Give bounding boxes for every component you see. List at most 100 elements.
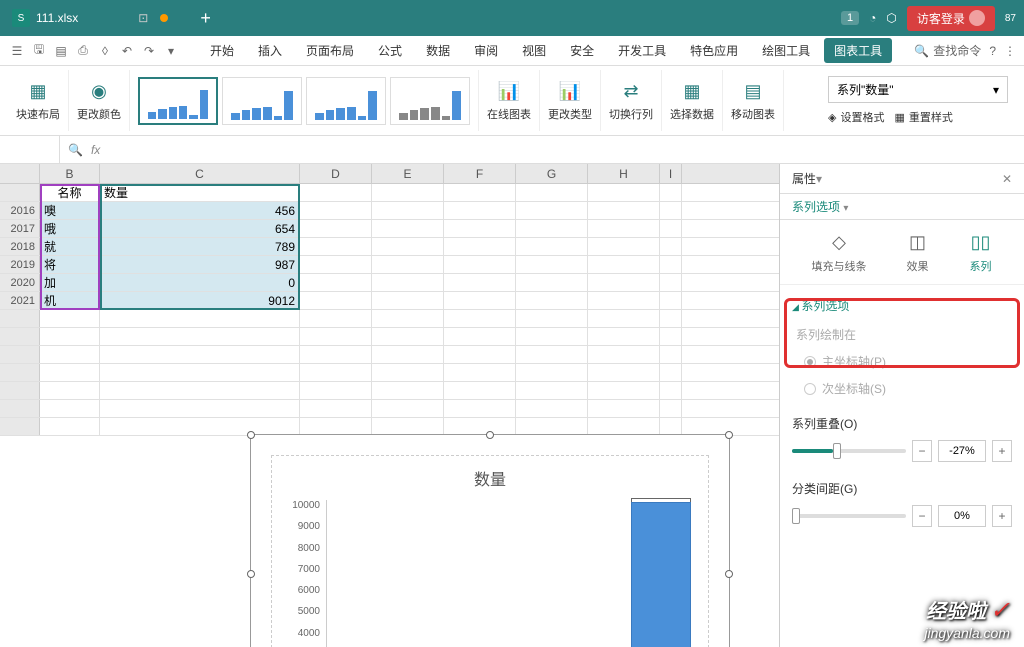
print-icon[interactable]: ⎙ [74, 42, 92, 60]
menu-icon[interactable]: ☰ [8, 42, 26, 60]
col-header-i[interactable]: I [660, 164, 682, 183]
stepper-minus[interactable]: − [912, 505, 932, 527]
stepper-minus[interactable]: − [912, 440, 932, 462]
series-dropdown[interactable]: 系列"数量" ▾ [828, 76, 1008, 103]
col-header-e[interactable]: E [372, 164, 444, 183]
quick-layout-button[interactable]: ▦ 块速布局 [16, 80, 60, 122]
tab-fill[interactable]: ◇ 填充与线条 [812, 230, 867, 274]
plot-area[interactable] [326, 500, 698, 647]
overlap-value[interactable]: -27% [938, 440, 986, 462]
tab-formula[interactable]: 公式 [368, 38, 412, 63]
format-icon: ◈ [828, 111, 836, 124]
chart-object[interactable]: 数量 10000 9000 8000 7000 6000 5000 4000 3… [250, 434, 730, 647]
radio-primary-axis[interactable]: 主坐标轴(P) [804, 353, 1012, 370]
chart-handle[interactable] [725, 570, 733, 578]
fx-label[interactable]: fx [91, 143, 100, 157]
change-color-button[interactable]: ◉ 更改颜色 [77, 80, 121, 122]
window-controls[interactable]: 87 [1005, 13, 1016, 24]
slider-thumb[interactable] [792, 508, 800, 524]
chart-handle[interactable] [486, 431, 494, 439]
stepper-plus[interactable]: + [992, 505, 1012, 527]
layout-label: 块速布局 [16, 106, 60, 122]
preview-icon[interactable]: ◊ [96, 42, 114, 60]
chart-title[interactable]: 数量 [282, 466, 698, 490]
gap-slider[interactable] [792, 514, 906, 518]
tab-insert[interactable]: 插入 [248, 38, 292, 63]
series-dropdown-label: 系列"数量" [837, 81, 894, 98]
online-chart-button[interactable]: 📊 在线图表 [487, 80, 531, 122]
tab-start[interactable]: 开始 [200, 38, 244, 63]
corner-cell[interactable] [0, 164, 40, 183]
undo-icon[interactable]: ↶ [118, 42, 136, 60]
shop-icon[interactable]: ⬡ [886, 11, 896, 25]
fx-search-icon[interactable]: 🔍 [68, 143, 83, 157]
stepper-plus[interactable]: + [992, 440, 1012, 462]
tab-review[interactable]: 审阅 [464, 38, 508, 63]
switch-rowcol-button[interactable]: ⇄ 切换行列 [609, 80, 653, 122]
col-header-c[interactable]: C [100, 164, 300, 183]
login-button[interactable]: 访客登录 [907, 6, 995, 31]
col-header-b[interactable]: B [40, 164, 100, 183]
props-title: 属性 [792, 170, 816, 187]
tab-series[interactable]: ▯▯ 系列 [969, 230, 993, 274]
move-chart-button[interactable]: ▤ 移动图表 [731, 80, 775, 122]
chart-handle[interactable] [247, 570, 255, 578]
tab-chart-tools[interactable]: 图表工具 [824, 38, 892, 63]
name-box[interactable] [0, 136, 60, 163]
gap-value[interactable]: 0% [938, 505, 986, 527]
new-tab-button[interactable]: + [200, 8, 211, 29]
overlap-slider[interactable] [792, 449, 906, 453]
row-header[interactable] [0, 184, 40, 201]
titlebar: S 111.xlsx ⊡ + 1 ◔ ⬡ 访客登录 87 [0, 0, 1024, 36]
cell[interactable]: 数量 [100, 184, 300, 201]
tab-layout[interactable]: 页面布局 [296, 38, 364, 63]
chart-handle[interactable] [247, 431, 255, 439]
tab-data[interactable]: 数据 [416, 38, 460, 63]
table-row: 2018就789 [0, 238, 779, 256]
section-title[interactable]: 系列选项 [792, 297, 1012, 314]
tab-effect[interactable]: ◫ 效果 [906, 230, 930, 274]
chart-style-2[interactable] [222, 77, 302, 125]
col-header-h[interactable]: H [588, 164, 660, 183]
cloud-icon[interactable]: ◔ [869, 11, 876, 25]
reset-style-button[interactable]: ▦ 重置样式 [894, 109, 952, 125]
col-header-d[interactable]: D [300, 164, 372, 183]
chart-handle[interactable] [725, 431, 733, 439]
chevron-down-icon: ▾ [993, 83, 999, 97]
tab-draw[interactable]: 绘图工具 [752, 38, 820, 63]
chart-bar[interactable] [631, 502, 690, 647]
select-data-button[interactable]: ▦ 选择数据 [670, 80, 714, 122]
chart-style-4[interactable] [390, 77, 470, 125]
col-header-g[interactable]: G [516, 164, 588, 183]
more-icon[interactable]: ⋮ [1004, 44, 1016, 58]
redo-icon[interactable]: ↷ [140, 42, 158, 60]
close-icon[interactable]: ✕ [1002, 172, 1012, 186]
menubar-right: 🔍 查找命令 ? ⋮ [914, 42, 1016, 59]
notification-badge[interactable]: 1 [841, 11, 859, 25]
tab-special[interactable]: 特色应用 [680, 38, 748, 63]
col-header-f[interactable]: F [444, 164, 516, 183]
tab-close-icon[interactable]: ⊡ [138, 11, 148, 25]
chart-plot-area[interactable]: 数量 10000 9000 8000 7000 6000 5000 4000 3… [271, 455, 709, 647]
file-tab[interactable]: S 111.xlsx ⊡ [0, 0, 180, 36]
help-icon[interactable]: ? [989, 44, 996, 58]
tab-security[interactable]: 安全 [560, 38, 604, 63]
props-header: 属性 ▾ ✕ [780, 164, 1024, 194]
search-command[interactable]: 🔍 查找命令 [914, 42, 981, 59]
change-type-label: 更改类型 [548, 106, 592, 122]
tab-view[interactable]: 视图 [512, 38, 556, 63]
ytick: 8000 [282, 543, 320, 554]
tab-dev[interactable]: 开发工具 [608, 38, 676, 63]
move-chart-icon: ▤ [741, 80, 765, 104]
save-icon[interactable]: 🖫 [30, 42, 48, 60]
dropdown-icon[interactable]: ▾ [162, 42, 180, 60]
slider-thumb[interactable] [833, 443, 841, 459]
change-type-button[interactable]: 📊 更改类型 [548, 80, 592, 122]
format-button[interactable]: ◈ 设置格式 [828, 109, 884, 125]
cell[interactable]: 名称 [40, 184, 100, 201]
chart-style-3[interactable] [306, 77, 386, 125]
radio-secondary-axis[interactable]: 次坐标轴(S) [804, 380, 1012, 397]
props-tab-series-options[interactable]: 系列选项 [792, 200, 840, 214]
chart-style-1[interactable] [138, 77, 218, 125]
new-icon[interactable]: ▤ [52, 42, 70, 60]
